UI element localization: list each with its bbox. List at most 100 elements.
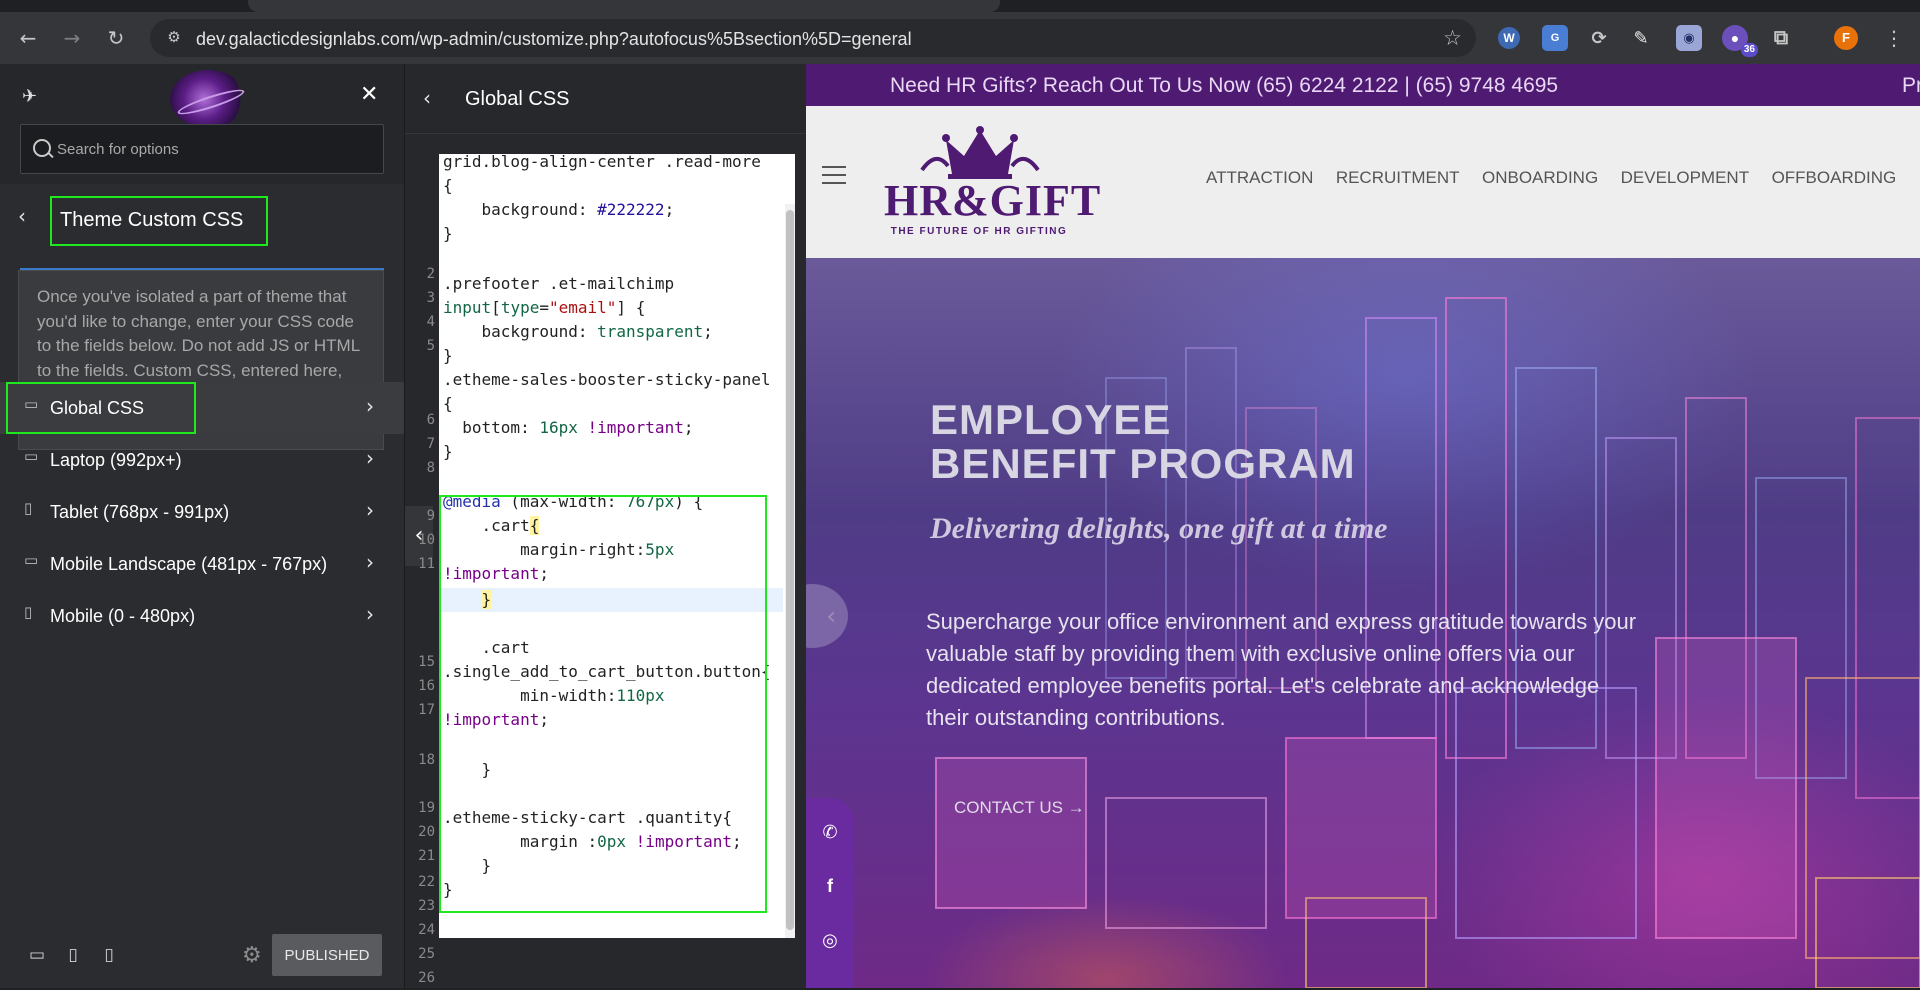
code-line[interactable]: } bbox=[443, 440, 453, 464]
search-icon bbox=[33, 139, 51, 157]
code-line[interactable]: } bbox=[443, 222, 453, 246]
code-line[interactable]: background: #222222; bbox=[443, 198, 675, 222]
code-back-icon[interactable]: ‹ bbox=[423, 86, 431, 110]
line-number: 5 bbox=[426, 338, 435, 354]
menu-item-label: Global CSS bbox=[50, 398, 145, 418]
line-number: 7 bbox=[426, 436, 435, 452]
section-back-icon[interactable]: ‹ bbox=[18, 204, 26, 228]
sync-icon[interactable]: ⟳ bbox=[1586, 25, 1612, 51]
line-number: 25 bbox=[418, 946, 435, 962]
menu-item-mobile-landscape[interactable]: ▭ Mobile Landscape (481px - 767px) › bbox=[0, 538, 404, 590]
color-picker-icon[interactable]: ✎ bbox=[1628, 25, 1654, 51]
line-number: 19 bbox=[418, 800, 435, 816]
line-number: 22 bbox=[418, 874, 435, 890]
code-line[interactable]: { bbox=[443, 392, 453, 416]
reload-icon[interactable]: ↻ bbox=[104, 26, 128, 50]
address-bar[interactable]: ⚙ dev.galacticdesignlabs.com/wp-admin/cu… bbox=[150, 19, 1476, 57]
nav-item-development[interactable]: DEVELOPMENT bbox=[1621, 168, 1749, 188]
mobile-landscape-icon: ▭ bbox=[24, 551, 39, 569]
profile-avatar[interactable]: F bbox=[1834, 26, 1858, 50]
forward-icon[interactable]: → bbox=[60, 26, 84, 50]
instagram-icon[interactable]: ◎ bbox=[818, 928, 842, 952]
tablet-preview-icon[interactable]: ▯ bbox=[62, 944, 84, 966]
brand-logo[interactable]: HR&GIFT THE FUTURE OF HR GIFTING bbox=[884, 126, 1102, 240]
scrollbar-thumb[interactable] bbox=[786, 210, 794, 930]
menu-item-tablet[interactable]: ▯ Tablet (768px - 991px) › bbox=[0, 486, 404, 538]
menu-item-global-css[interactable]: ▭ Global CSS › bbox=[0, 382, 404, 434]
gear-icon[interactable]: ⚙ bbox=[242, 944, 262, 968]
tablet-icon: ▯ bbox=[24, 499, 33, 517]
code-line[interactable]: .etheme-sales-booster-sticky-panel bbox=[443, 368, 771, 392]
desktop-preview-icon[interactable]: ▭ bbox=[26, 944, 48, 966]
chevron-right-icon: › bbox=[366, 602, 374, 626]
line-number: 9 bbox=[426, 508, 435, 524]
active-tab[interactable] bbox=[248, 0, 1000, 12]
menu-item-label: Laptop (992px+) bbox=[50, 450, 182, 470]
wordpress-icon[interactable]: W bbox=[1498, 27, 1520, 49]
line-number: 21 bbox=[418, 848, 435, 864]
nav-item-attraction[interactable]: ATTRACTION bbox=[1206, 168, 1313, 188]
contact-us-link[interactable]: CONTACT US → bbox=[954, 798, 1085, 818]
line-number: 24 bbox=[418, 922, 435, 938]
search-input[interactable] bbox=[57, 138, 377, 160]
hero-title-line1: EMPLOYEE bbox=[930, 396, 1172, 443]
brand-tagline: THE FUTURE OF HR GIFTING bbox=[890, 226, 1068, 237]
extension-badge-count: 36 bbox=[1740, 43, 1758, 57]
code-line[interactable]: } bbox=[443, 344, 453, 368]
code-line[interactable]: input[type="email"] { bbox=[443, 296, 645, 320]
code-panel: ‹ Global CSS ‹ 2 3 4 5 6 7 8 9 10 11 15 … bbox=[404, 64, 807, 988]
code-line[interactable]: grid.blog-align-center .read-more bbox=[443, 154, 761, 174]
record-icon[interactable]: ◉ bbox=[1676, 25, 1702, 51]
puzzle-icon[interactable]: ⧉ bbox=[1768, 25, 1794, 51]
site-info-icon[interactable]: ⚙ bbox=[164, 28, 184, 48]
bookmark-star-icon[interactable]: ☆ bbox=[1443, 27, 1462, 49]
line-number: 11 bbox=[418, 556, 435, 572]
hamburger-icon[interactable] bbox=[822, 166, 846, 184]
line-number: 16 bbox=[418, 678, 435, 694]
menu-item-mobile[interactable]: ▯ Mobile (0 - 480px) › bbox=[0, 590, 404, 642]
translate-icon[interactable]: G bbox=[1542, 25, 1568, 51]
line-gutter: 2 3 4 5 6 7 8 9 10 11 15 16 17 18 19 20 … bbox=[405, 154, 439, 986]
brand-name: HR&GIFT bbox=[884, 176, 1102, 225]
line-number: 20 bbox=[418, 824, 435, 840]
code-line[interactable]: background: transparent; bbox=[443, 320, 713, 344]
browser-toolbar: ← → ↻ ⚙ dev.galacticdesignlabs.com/wp-ad… bbox=[0, 12, 1920, 64]
laptop-icon: ▭ bbox=[24, 447, 39, 465]
menu-item-label: Tablet (768px - 991px) bbox=[50, 502, 230, 522]
code-line[interactable]: .prefooter .et-mailchimp bbox=[443, 272, 674, 296]
close-icon[interactable]: ✕ bbox=[360, 82, 378, 107]
hero-banner: ‹ EMPLOYEE BENEFIT PROGRAM Delivering de… bbox=[806, 258, 1920, 988]
pin-icon[interactable]: ✈ bbox=[22, 86, 37, 107]
mobile-icon: ▯ bbox=[24, 603, 33, 621]
line-number: 26 bbox=[418, 970, 435, 986]
mobile-preview-icon[interactable]: ▯ bbox=[98, 944, 120, 966]
sidebar-header: ✈ ✕ bbox=[0, 64, 404, 184]
published-button[interactable]: PUBLISHED bbox=[272, 934, 382, 976]
line-number: 15 bbox=[418, 654, 435, 670]
tab-strip bbox=[0, 0, 1920, 12]
line-number: 8 bbox=[426, 460, 435, 476]
nav-item-recruitment[interactable]: RECRUITMENT bbox=[1336, 168, 1460, 188]
facebook-icon[interactable]: f bbox=[818, 874, 842, 898]
site-logo bbox=[170, 70, 246, 128]
code-line[interactable]: bottom: 16px !important; bbox=[443, 416, 693, 440]
menu-item-laptop[interactable]: ▭ Laptop (992px+) › bbox=[0, 434, 404, 486]
nav-item-offboarding[interactable]: OFFBOARDING bbox=[1772, 168, 1897, 188]
chevron-right-icon: › bbox=[366, 394, 374, 418]
code-highlight-box bbox=[439, 495, 767, 913]
menu-dots-icon[interactable]: ⋮ bbox=[1884, 26, 1904, 50]
whatsapp-icon[interactable]: ✆ bbox=[818, 820, 842, 844]
search-options-box[interactable] bbox=[20, 124, 384, 174]
youtube-icon[interactable]: ▶ bbox=[818, 982, 842, 988]
url-text[interactable]: dev.galacticdesignlabs.com/wp-admin/cust… bbox=[196, 29, 912, 49]
editor-scrollbar[interactable] bbox=[785, 204, 795, 938]
sidebar-footer: ▭ ▯ ▯ ⚙ PUBLISHED bbox=[0, 928, 404, 988]
extension-badge-icon[interactable]: ● 36 bbox=[1722, 25, 1758, 57]
main-nav: ATTRACTION RECRUITMENT ONBOARDING DEVELO… bbox=[1206, 168, 1914, 188]
back-icon[interactable]: ← bbox=[16, 26, 40, 50]
chevron-right-icon: › bbox=[366, 446, 374, 470]
hero-title: EMPLOYEE BENEFIT PROGRAM bbox=[930, 398, 1356, 486]
code-line[interactable]: { bbox=[443, 174, 453, 198]
nav-item-onboarding[interactable]: ONBOARDING bbox=[1482, 168, 1598, 188]
announcement-text-next: Pr bbox=[1902, 74, 1920, 97]
